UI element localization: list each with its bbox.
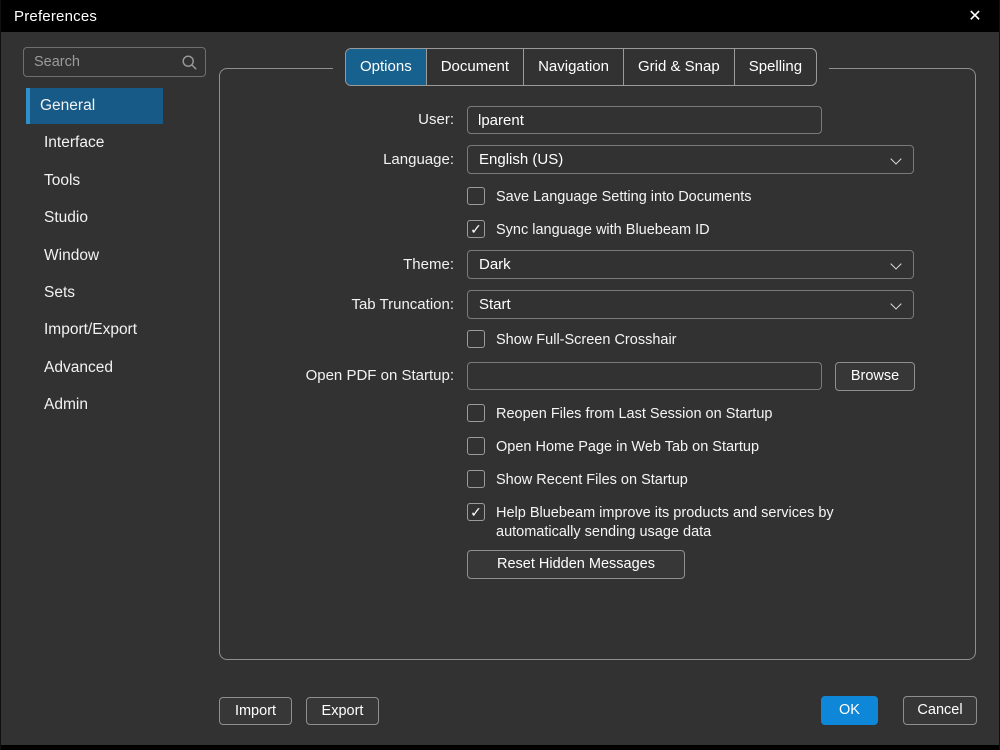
checkbox-sync-language[interactable]: ✓ Sync language with Bluebeam ID	[467, 220, 710, 240]
checkbox-checked-icon[interactable]: ✓	[467, 503, 485, 521]
dialog-title: Preferences	[14, 8, 97, 25]
checkbox-show-recent-files[interactable]: Show Recent Files on Startup	[467, 470, 688, 490]
title-bar: Preferences ✕	[1, 0, 999, 32]
options-panel: User: Language: English (US) Save Langua…	[219, 68, 976, 660]
preferences-dialog: Preferences ✕ General Interface Tools St…	[0, 0, 1000, 750]
checkbox-checked-icon[interactable]: ✓	[467, 220, 485, 238]
theme-dropdown[interactable]: Dark	[467, 250, 914, 279]
checkbox-unchecked-icon[interactable]	[467, 187, 485, 205]
checkbox-unchecked-icon[interactable]	[467, 437, 485, 455]
sidebar-item-admin[interactable]: Admin	[26, 387, 163, 423]
check-icon: ✓	[468, 221, 484, 237]
export-button[interactable]: Export	[306, 697, 379, 725]
check-icon: ✓	[468, 504, 484, 520]
user-input[interactable]	[467, 106, 822, 134]
checkbox-label: Show Recent Files on Startup	[496, 470, 688, 490]
tab-spelling[interactable]: Spelling	[734, 49, 816, 85]
search-input[interactable]	[24, 48, 205, 76]
sidebar-item-import-export[interactable]: Import/Export	[26, 312, 163, 348]
tab-truncation-value: Start	[479, 296, 511, 313]
tab-group: Options Document Navigation Grid & Snap …	[345, 48, 817, 86]
sidebar-item-window[interactable]: Window	[26, 238, 163, 274]
checkbox-label: Save Language Setting into Documents	[496, 187, 752, 207]
sidebar-item-advanced[interactable]: Advanced	[26, 350, 163, 386]
checkbox-reopen-files[interactable]: Reopen Files from Last Session on Startu…	[467, 404, 772, 424]
tab-bar: Options Document Navigation Grid & Snap …	[333, 48, 829, 86]
open-pdf-input[interactable]	[467, 362, 822, 390]
tab-document[interactable]: Document	[426, 49, 523, 85]
cancel-button[interactable]: Cancel	[903, 696, 977, 725]
sidebar-item-sets[interactable]: Sets	[26, 275, 163, 311]
tab-grid-snap[interactable]: Grid & Snap	[623, 49, 734, 85]
chevron-down-icon	[890, 298, 901, 309]
checkbox-label: Reopen Files from Last Session on Startu…	[496, 404, 772, 424]
search-icon	[181, 54, 198, 71]
checkbox-label: Show Full-Screen Crosshair	[496, 330, 677, 350]
tab-options[interactable]: Options	[346, 49, 426, 85]
checkbox-label: Open Home Page in Web Tab on Startup	[496, 437, 759, 457]
user-label: User:	[220, 106, 454, 134]
checkbox-fullscreen-crosshair[interactable]: Show Full-Screen Crosshair	[467, 330, 677, 350]
browse-button[interactable]: Browse	[835, 362, 915, 391]
checkbox-unchecked-icon[interactable]	[467, 330, 485, 348]
search-box	[23, 47, 206, 77]
open-pdf-label: Open PDF on Startup:	[220, 362, 454, 390]
tab-truncation-dropdown[interactable]: Start	[467, 290, 914, 319]
checkbox-label: Help Bluebeam improve its products and s…	[496, 503, 896, 542]
close-icon[interactable]: ✕	[959, 0, 991, 32]
window-bottom-edge	[1, 745, 999, 750]
checkbox-save-language-setting[interactable]: Save Language Setting into Documents	[467, 187, 752, 207]
checkbox-open-home-page[interactable]: Open Home Page in Web Tab on Startup	[467, 437, 759, 457]
language-dropdown[interactable]: English (US)	[467, 145, 914, 174]
checkbox-label: Sync language with Bluebeam ID	[496, 220, 710, 240]
language-value: English (US)	[479, 151, 563, 168]
tab-navigation[interactable]: Navigation	[523, 49, 623, 85]
checkbox-unchecked-icon[interactable]	[467, 404, 485, 422]
sidebar-item-interface[interactable]: Interface	[26, 125, 163, 161]
sidebar-item-tools[interactable]: Tools	[26, 163, 163, 199]
sidebar-item-general[interactable]: General	[26, 88, 163, 124]
sidebar-item-studio[interactable]: Studio	[26, 200, 163, 236]
theme-value: Dark	[479, 256, 511, 273]
checkbox-usage-data[interactable]: ✓ Help Bluebeam improve its products and…	[467, 503, 896, 542]
import-button[interactable]: Import	[219, 697, 292, 725]
sidebar-nav: General Interface Tools Studio Window Se…	[26, 88, 163, 425]
tab-truncation-label: Tab Truncation:	[220, 290, 454, 319]
checkbox-unchecked-icon[interactable]	[467, 470, 485, 488]
theme-label: Theme:	[220, 250, 454, 279]
reset-hidden-messages-button[interactable]: Reset Hidden Messages	[467, 550, 685, 579]
chevron-down-icon	[890, 258, 901, 269]
ok-button[interactable]: OK	[821, 696, 878, 725]
language-label: Language:	[220, 145, 454, 174]
chevron-down-icon	[890, 153, 901, 164]
